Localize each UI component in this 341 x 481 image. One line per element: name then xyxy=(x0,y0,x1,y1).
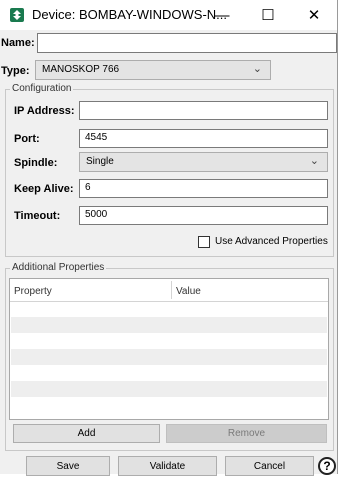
use-advanced-properties-label[interactable]: Use Advanced Properties xyxy=(215,236,328,247)
close-button[interactable]: ✕ xyxy=(291,0,337,30)
additional-properties-legend: Additional Properties xyxy=(10,262,107,273)
use-advanced-properties-checkbox[interactable] xyxy=(198,236,210,248)
device-dialog: Device: BOMBAY-WINDOWS-N... — ☐ ✕ Name: … xyxy=(0,0,338,476)
validate-button[interactable]: Validate xyxy=(118,456,217,476)
type-select[interactable]: MANOSKOP 766 ⌄ xyxy=(35,60,271,80)
title-bar[interactable]: Device: BOMBAY-WINDOWS-N... — ☐ ✕ xyxy=(0,0,337,30)
name-input[interactable] xyxy=(37,33,337,53)
spindle-label: Spindle: xyxy=(14,157,58,169)
chevron-down-icon: ⌄ xyxy=(309,155,319,167)
keep-alive-label: Keep Alive: xyxy=(14,183,74,195)
table-row xyxy=(11,381,327,397)
spindle-select-value: Single xyxy=(86,156,114,167)
add-button[interactable]: Add xyxy=(13,424,160,443)
keep-alive-input[interactable]: 6 xyxy=(79,179,328,198)
properties-table[interactable]: Property Value xyxy=(9,278,329,420)
ip-address-input[interactable] xyxy=(79,101,328,120)
spindle-select[interactable]: Single ⌄ xyxy=(79,152,328,172)
help-icon[interactable]: ? xyxy=(318,457,336,475)
table-header xyxy=(10,279,328,302)
remove-button[interactable]: Remove xyxy=(166,424,327,443)
close-icon: ✕ xyxy=(307,7,321,24)
minimize-button[interactable]: — xyxy=(199,0,245,30)
port-input[interactable]: 4545 xyxy=(79,129,328,148)
ip-address-label: IP Address: xyxy=(14,105,75,117)
maximize-icon: ☐ xyxy=(261,7,275,24)
name-label: Name: xyxy=(1,37,35,49)
table-row xyxy=(11,317,327,333)
column-header-value[interactable]: Value xyxy=(176,286,201,297)
column-divider xyxy=(171,281,172,299)
configuration-legend: Configuration xyxy=(10,83,74,94)
type-label: Type: xyxy=(1,65,30,77)
window-title: Device: BOMBAY-WINDOWS-N... xyxy=(32,7,228,22)
timeout-input[interactable]: 5000 xyxy=(79,206,328,225)
timeout-label: Timeout: xyxy=(14,210,61,222)
port-label: Port: xyxy=(14,133,40,145)
cancel-button[interactable]: Cancel xyxy=(225,456,314,476)
save-button[interactable]: Save xyxy=(26,456,110,476)
maximize-button[interactable]: ☐ xyxy=(245,0,291,30)
chevron-down-icon: ⌄ xyxy=(252,63,262,75)
app-icon xyxy=(10,8,24,22)
minimize-icon: — xyxy=(214,6,230,24)
type-select-value: MANOSKOP 766 xyxy=(42,64,120,75)
table-row xyxy=(11,349,327,365)
column-header-property[interactable]: Property xyxy=(14,286,52,297)
